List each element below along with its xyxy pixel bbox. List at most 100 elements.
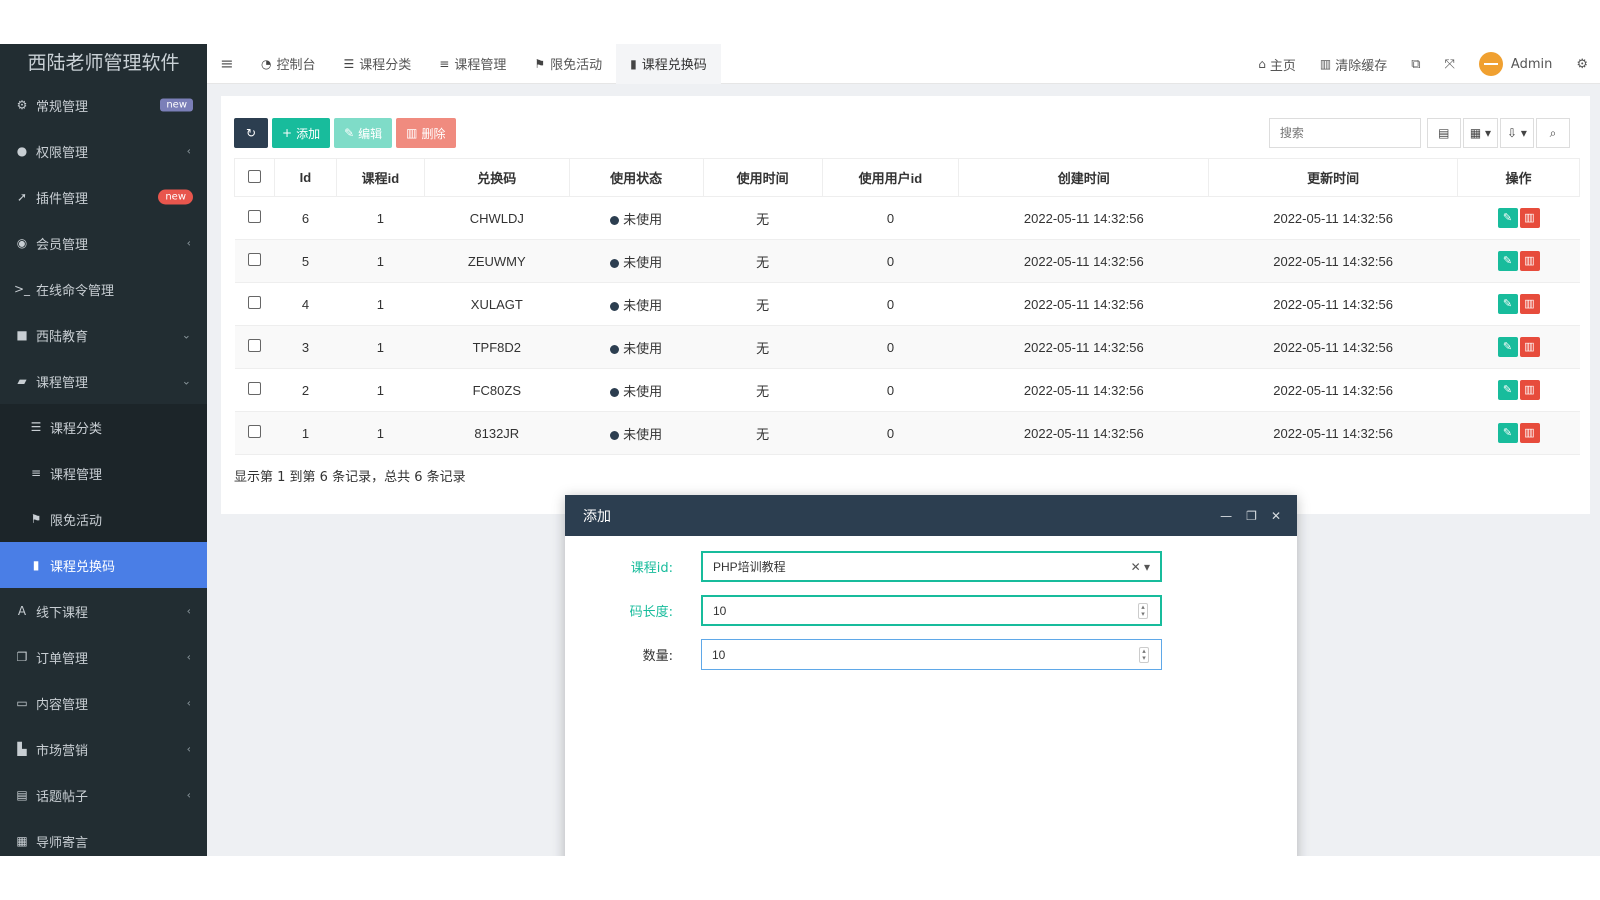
cell-actions: ✎ ▥ (1457, 282, 1580, 326)
row-checkbox[interactable] (247, 253, 261, 266)
flag-icon: ⚑ (534, 56, 546, 71)
row-checkbox[interactable] (247, 210, 261, 223)
sidebar-item-online-command[interactable]: >_ 在线命令管理 (0, 266, 207, 312)
tab-free-activity[interactable]: ⚑ 限免活动 (520, 44, 616, 84)
close-icon[interactable]: ✕ (1271, 509, 1281, 523)
search-icon[interactable]: ⌕ (1536, 118, 1570, 148)
cell-created: 2022-05-11 14:32:56 (958, 282, 1209, 326)
cell-code: CHWLDJ (424, 196, 570, 240)
stepper-icon[interactable]: ▴ ▾ (1138, 602, 1148, 619)
search-input[interactable] (1268, 118, 1421, 148)
sidebar-item-offline-course[interactable]: A 线下课程 ‹ (0, 588, 207, 634)
quantity-input[interactable]: 10 ▴ ▾ (701, 639, 1162, 670)
clear-dropdown-icon[interactable]: ✕ ▾ (1131, 560, 1150, 574)
add-modal: 添加 — ❐ ✕ 课程id: PHP培训教程 ✕ ▾ 码长度: 10 ▴ ▾ 数量… (565, 495, 1297, 856)
row-delete-icon[interactable]: ▥ (1519, 208, 1540, 228)
chevron-left-icon: ‹ (186, 788, 191, 802)
sidebar-item-orders[interactable]: ❐ 订单管理 ‹ (0, 634, 207, 680)
cell-id: 4 (274, 282, 337, 326)
col-course-id[interactable]: 课程id (335, 158, 425, 197)
row-edit-icon[interactable]: ✎ (1497, 294, 1518, 314)
users-icon: ● (16, 144, 28, 158)
sidebar-item-course-mgmt[interactable]: ≡ 课程管理 (0, 450, 207, 496)
tab-course-category[interactable]: ☰ 课程分类 (330, 44, 426, 84)
col-status[interactable]: 使用状态 (568, 158, 704, 197)
menu-toggle-icon[interactable]: ≡ (207, 54, 247, 73)
select-all-checkbox[interactable] (247, 169, 261, 183)
col-created[interactable]: 创建时间 (958, 158, 1210, 197)
sidebar-item-free-activity[interactable]: ⚑ 限免活动 (0, 496, 207, 542)
sidebar-item-plugins[interactable]: ➚ 插件管理 new (0, 174, 207, 220)
columns-icon[interactable]: ▦ ▾ (1462, 118, 1498, 148)
export-icon[interactable]: ⇩ ▾ (1500, 118, 1534, 148)
delete-button[interactable]: ▥ 删除 (396, 118, 456, 148)
sidebar-item-permissions[interactable]: ● 权限管理 ‹ (0, 128, 207, 174)
tab-dashboard[interactable]: ◔ 控制台 (247, 44, 330, 84)
settings-cogs-icon[interactable]: ⚙ (1564, 57, 1600, 72)
row-checkbox[interactable] (247, 339, 261, 352)
row-delete-icon[interactable]: ▥ (1519, 380, 1540, 400)
sidebar-item-label: 权限管理 (36, 145, 89, 161)
row-edit-icon[interactable]: ✎ (1497, 208, 1518, 228)
user-menu[interactable]: Admin (1467, 52, 1564, 76)
topbar-right: ⌂ 主页 ▥ 清除缓存 ⧉ ⤧ Admin ⚙ (1246, 44, 1600, 84)
cell-updated: 2022-05-11 14:32:56 (1208, 282, 1458, 326)
cell-actions: ✎ ▥ (1457, 411, 1580, 455)
sidebar-item-label: 插件管理 (36, 191, 89, 207)
col-id[interactable]: Id (273, 158, 337, 197)
status-text: 未使用 (623, 297, 663, 313)
row-checkbox[interactable] (247, 296, 261, 309)
sidebar-item-xilu-edu[interactable]: ■ 西陆教育 ⌄ (0, 312, 207, 358)
row-delete-icon[interactable]: ▥ (1519, 251, 1540, 271)
cell-actions: ✎ ▥ (1457, 368, 1580, 412)
row-edit-icon[interactable]: ✎ (1497, 380, 1518, 400)
table-row: 6 1 CHWLDJ 未使用无 0 2022-05-11 14:32:56 2022-05-… (234, 196, 1580, 240)
cell-updated: 2022-05-11 14:32:56 (1208, 411, 1458, 455)
language-icon[interactable]: ⧉ (1399, 57, 1432, 72)
clear-cache-button[interactable]: ▥ 清除缓存 (1308, 55, 1399, 74)
sidebar-item-label: 常规管理 (36, 99, 89, 115)
sidebar-item-label: 话题帖子 (36, 789, 89, 805)
row-delete-icon[interactable]: ▥ (1519, 337, 1540, 357)
edit-label: 编辑 (358, 126, 383, 141)
col-use-time[interactable]: 使用时间 (702, 158, 823, 197)
sidebar-item-general[interactable]: ⚙ 常规管理 new (0, 82, 207, 128)
add-label: 添加 (296, 126, 321, 141)
sidebar-item-members[interactable]: ◉ 会员管理 ‹ (0, 220, 207, 266)
edit-button[interactable]: ✎ 编辑 (334, 118, 393, 148)
sidebar-item-topics[interactable]: ▤ 话题帖子 ‹ (0, 772, 207, 818)
sidebar-item-course-mgmt-group[interactable]: ▰ 课程管理 ⌄ (0, 358, 207, 404)
sidebar-item-course-category[interactable]: ☰ 课程分类 (0, 404, 207, 450)
col-code[interactable]: 兑换码 (423, 158, 570, 197)
sidebar-item-content[interactable]: ▭ 内容管理 ‹ (0, 680, 207, 726)
course-id-value: PHP培训教程 (713, 560, 786, 574)
row-edit-icon[interactable]: ✎ (1497, 337, 1518, 357)
tab-course-mgmt[interactable]: ≡ 课程管理 (425, 44, 520, 84)
toggle-view-icon[interactable]: ▤ (1426, 118, 1461, 148)
course-id-select[interactable]: PHP培训教程 ✕ ▾ (701, 551, 1162, 582)
row-delete-icon[interactable]: ▥ (1519, 423, 1540, 443)
home-link[interactable]: ⌂ 主页 (1246, 55, 1308, 74)
col-updated[interactable]: 更新时间 (1208, 158, 1459, 197)
row-edit-icon[interactable]: ✎ (1497, 423, 1518, 443)
fullscreen-icon[interactable]: ⤧ (1433, 57, 1467, 72)
cell-user-id: 0 (822, 282, 959, 326)
col-user-id[interactable]: 使用用户id (821, 158, 960, 197)
row-checkbox[interactable] (247, 382, 261, 395)
refresh-button[interactable]: ↻ (234, 118, 268, 148)
stepper-icon[interactable]: ▴ ▾ (1139, 646, 1149, 663)
sidebar-item-marketing[interactable]: ▙ 市场营销 ‹ (0, 726, 207, 772)
sidebar-item-mentor-message[interactable]: ▦ 导师寄言 (0, 818, 207, 856)
maximize-icon[interactable]: ❐ (1246, 509, 1257, 523)
quantity-label: 数量: (642, 649, 673, 664)
row-checkbox[interactable] (247, 425, 261, 438)
sidebar-item-redeem-code[interactable]: ▮ 课程兑换码 (0, 542, 207, 588)
row-delete-icon[interactable]: ▥ (1519, 294, 1540, 314)
clear-cache-label: 清除缓存 (1335, 58, 1388, 74)
code-length-input[interactable]: 10 ▴ ▾ (701, 595, 1162, 626)
chevron-left-icon: ‹ (186, 696, 191, 710)
row-edit-icon[interactable]: ✎ (1497, 251, 1518, 271)
add-button[interactable]: + 添加 (272, 118, 331, 148)
tab-redeem-code[interactable]: ▮ 课程兑换码 (616, 44, 721, 84)
minimize-icon[interactable]: — (1220, 509, 1232, 523)
